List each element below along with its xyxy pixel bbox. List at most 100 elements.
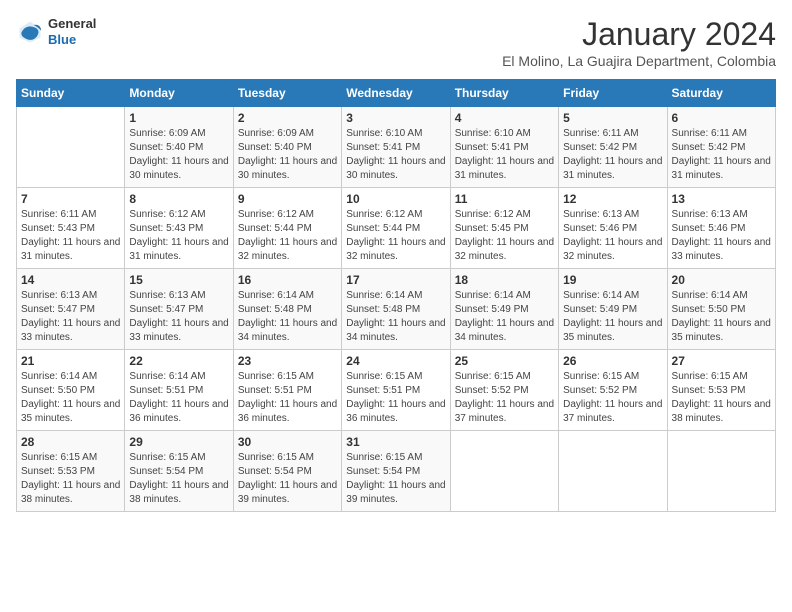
column-header-tuesday: Tuesday xyxy=(233,80,341,107)
day-number: 16 xyxy=(238,273,337,287)
calendar-cell: 20Sunrise: 6:14 AM Sunset: 5:50 PM Dayli… xyxy=(667,269,775,350)
day-number: 17 xyxy=(346,273,445,287)
calendar-cell: 26Sunrise: 6:15 AM Sunset: 5:52 PM Dayli… xyxy=(559,350,667,431)
day-number: 3 xyxy=(346,111,445,125)
day-number: 11 xyxy=(455,192,554,206)
day-number: 4 xyxy=(455,111,554,125)
day-info: Sunrise: 6:15 AM Sunset: 5:53 PM Dayligh… xyxy=(672,370,771,426)
calendar-cell: 9 Sunrise: 6:12 AM Sunset: 5:44 PM Daylig… xyxy=(233,188,341,269)
day-info: Sunrise: 6:14 AM Sunset: 5:50 PM Dayligh… xyxy=(672,289,771,345)
calendar-cell: 27Sunrise: 6:15 AM Sunset: 5:53 PM Dayli… xyxy=(667,350,775,431)
column-header-saturday: Saturday xyxy=(667,80,775,107)
calendar-cell: 11 Sunrise: 6:12 AM Sunset: 5:45 PM Dayli… xyxy=(450,188,558,269)
day-info: Sunrise: 6:09 AM Sunset: 5:40 PM Dayligh… xyxy=(129,127,228,183)
day-info: Sunrise: 6:15 AM Sunset: 5:51 PM Dayligh… xyxy=(238,370,337,426)
calendar-cell: 31 Sunrise: 6:15 AM Sunset: 5:54 PM Dayli… xyxy=(342,431,450,512)
day-number: 31 xyxy=(346,435,445,449)
calendar-cell: 13 Sunrise: 6:13 AM Sunset: 5:46 PM Dayli… xyxy=(667,188,775,269)
calendar-cell: 17 Sunrise: 6:14 AM Sunset: 5:48 PM Dayli… xyxy=(342,269,450,350)
logo: General Blue xyxy=(16,16,96,47)
calendar-cell: 21Sunrise: 6:14 AM Sunset: 5:50 PM Dayli… xyxy=(17,350,125,431)
calendar-cell: 2 Sunrise: 6:09 AM Sunset: 5:40 PM Daylig… xyxy=(233,107,341,188)
calendar-cell xyxy=(17,107,125,188)
day-number: 29 xyxy=(129,435,228,449)
page-header: General Blue January 2024 El Molino, La … xyxy=(16,16,776,69)
day-info: Sunrise: 6:12 AM Sunset: 5:43 PM Dayligh… xyxy=(129,208,228,264)
day-number: 13 xyxy=(672,192,771,206)
calendar-cell: 19 Sunrise: 6:14 AM Sunset: 5:49 PM Dayli… xyxy=(559,269,667,350)
calendar-cell: 6 Sunrise: 6:11 AM Sunset: 5:42 PM Daylig… xyxy=(667,107,775,188)
calendar-cell: 7Sunrise: 6:11 AM Sunset: 5:43 PM Daylig… xyxy=(17,188,125,269)
column-header-wednesday: Wednesday xyxy=(342,80,450,107)
day-info: Sunrise: 6:15 AM Sunset: 5:52 PM Dayligh… xyxy=(455,370,554,426)
day-info: Sunrise: 6:14 AM Sunset: 5:49 PM Dayligh… xyxy=(563,289,662,345)
calendar-header-row: SundayMondayTuesdayWednesdayThursdayFrid… xyxy=(17,80,776,107)
logo-icon xyxy=(16,18,44,46)
calendar-cell xyxy=(450,431,558,512)
day-info: Sunrise: 6:15 AM Sunset: 5:53 PM Dayligh… xyxy=(21,451,120,507)
day-info: Sunrise: 6:13 AM Sunset: 5:46 PM Dayligh… xyxy=(563,208,662,264)
day-info: Sunrise: 6:10 AM Sunset: 5:41 PM Dayligh… xyxy=(455,127,554,183)
calendar-week-row: 7Sunrise: 6:11 AM Sunset: 5:43 PM Daylig… xyxy=(17,188,776,269)
calendar-cell: 15 Sunrise: 6:13 AM Sunset: 5:47 PM Dayli… xyxy=(125,269,233,350)
calendar-week-row: 21Sunrise: 6:14 AM Sunset: 5:50 PM Dayli… xyxy=(17,350,776,431)
day-number: 9 xyxy=(238,192,337,206)
calendar-cell xyxy=(559,431,667,512)
day-info: Sunrise: 6:12 AM Sunset: 5:44 PM Dayligh… xyxy=(238,208,337,264)
day-info: Sunrise: 6:14 AM Sunset: 5:49 PM Dayligh… xyxy=(455,289,554,345)
day-number: 6 xyxy=(672,111,771,125)
calendar-cell: 25 Sunrise: 6:15 AM Sunset: 5:52 PM Dayli… xyxy=(450,350,558,431)
day-number: 15 xyxy=(129,273,228,287)
day-info: Sunrise: 6:15 AM Sunset: 5:54 PM Dayligh… xyxy=(346,451,445,507)
logo-text: General Blue xyxy=(48,16,96,47)
calendar-cell: 10 Sunrise: 6:12 AM Sunset: 5:44 PM Dayli… xyxy=(342,188,450,269)
day-info: Sunrise: 6:12 AM Sunset: 5:44 PM Dayligh… xyxy=(346,208,445,264)
day-info: Sunrise: 6:10 AM Sunset: 5:41 PM Dayligh… xyxy=(346,127,445,183)
day-info: Sunrise: 6:14 AM Sunset: 5:48 PM Dayligh… xyxy=(346,289,445,345)
day-info: Sunrise: 6:14 AM Sunset: 5:51 PM Dayligh… xyxy=(129,370,228,426)
calendar-cell: 5 Sunrise: 6:11 AM Sunset: 5:42 PM Daylig… xyxy=(559,107,667,188)
day-number: 7 xyxy=(21,192,120,206)
day-number: 25 xyxy=(455,354,554,368)
column-header-sunday: Sunday xyxy=(17,80,125,107)
calendar-cell: 22Sunrise: 6:14 AM Sunset: 5:51 PM Dayli… xyxy=(125,350,233,431)
day-number: 28 xyxy=(21,435,120,449)
calendar-cell: 3 Sunrise: 6:10 AM Sunset: 5:41 PM Daylig… xyxy=(342,107,450,188)
day-info: Sunrise: 6:13 AM Sunset: 5:47 PM Dayligh… xyxy=(21,289,120,345)
calendar-cell: 4 Sunrise: 6:10 AM Sunset: 5:41 PM Daylig… xyxy=(450,107,558,188)
day-number: 14 xyxy=(21,273,120,287)
day-number: 18 xyxy=(455,273,554,287)
day-info: Sunrise: 6:09 AM Sunset: 5:40 PM Dayligh… xyxy=(238,127,337,183)
calendar-table: SundayMondayTuesdayWednesdayThursdayFrid… xyxy=(16,79,776,512)
calendar-cell xyxy=(667,431,775,512)
day-info: Sunrise: 6:12 AM Sunset: 5:45 PM Dayligh… xyxy=(455,208,554,264)
day-info: Sunrise: 6:15 AM Sunset: 5:54 PM Dayligh… xyxy=(129,451,228,507)
day-number: 21 xyxy=(21,354,120,368)
day-info: Sunrise: 6:13 AM Sunset: 5:47 PM Dayligh… xyxy=(129,289,228,345)
day-number: 30 xyxy=(238,435,337,449)
calendar-cell: 23 Sunrise: 6:15 AM Sunset: 5:51 PM Dayli… xyxy=(233,350,341,431)
calendar-cell: 18 Sunrise: 6:14 AM Sunset: 5:49 PM Dayli… xyxy=(450,269,558,350)
day-number: 10 xyxy=(346,192,445,206)
day-info: Sunrise: 6:15 AM Sunset: 5:54 PM Dayligh… xyxy=(238,451,337,507)
day-info: Sunrise: 6:13 AM Sunset: 5:46 PM Dayligh… xyxy=(672,208,771,264)
day-number: 19 xyxy=(563,273,662,287)
title-block: January 2024 El Molino, La Guajira Depar… xyxy=(502,16,776,69)
day-info: Sunrise: 6:11 AM Sunset: 5:42 PM Dayligh… xyxy=(672,127,771,183)
calendar-week-row: 14 Sunrise: 6:13 AM Sunset: 5:47 PM Dayli… xyxy=(17,269,776,350)
calendar-cell: 24Sunrise: 6:15 AM Sunset: 5:51 PM Dayli… xyxy=(342,350,450,431)
day-info: Sunrise: 6:14 AM Sunset: 5:48 PM Dayligh… xyxy=(238,289,337,345)
calendar-cell: 16 Sunrise: 6:14 AM Sunset: 5:48 PM Dayli… xyxy=(233,269,341,350)
day-number: 12 xyxy=(563,192,662,206)
calendar-cell: 29 Sunrise: 6:15 AM Sunset: 5:54 PM Dayli… xyxy=(125,431,233,512)
day-number: 5 xyxy=(563,111,662,125)
day-number: 1 xyxy=(129,111,228,125)
day-number: 23 xyxy=(238,354,337,368)
day-number: 26 xyxy=(563,354,662,368)
calendar-cell: 30 Sunrise: 6:15 AM Sunset: 5:54 PM Dayli… xyxy=(233,431,341,512)
calendar-cell: 12 Sunrise: 6:13 AM Sunset: 5:46 PM Dayli… xyxy=(559,188,667,269)
day-number: 2 xyxy=(238,111,337,125)
day-info: Sunrise: 6:11 AM Sunset: 5:42 PM Dayligh… xyxy=(563,127,662,183)
column-header-thursday: Thursday xyxy=(450,80,558,107)
calendar-cell: 14 Sunrise: 6:13 AM Sunset: 5:47 PM Dayli… xyxy=(17,269,125,350)
